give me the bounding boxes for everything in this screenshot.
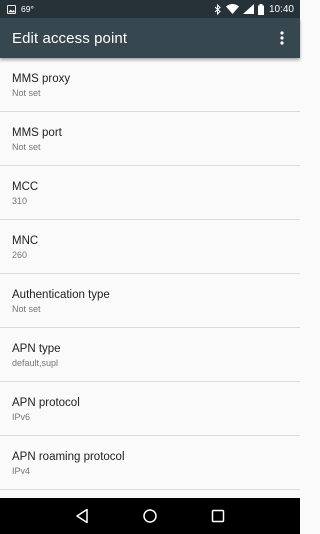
home-icon[interactable] [138, 504, 162, 528]
pref-title: APN roaming protocol [12, 451, 125, 463]
signal-icon [242, 4, 254, 14]
pref-summary: IPv4 [12, 466, 31, 476]
recents-icon[interactable] [206, 504, 230, 528]
clock-text: 10:40 [268, 3, 294, 15]
pref-mnc[interactable]: MNC 260 [0, 220, 300, 274]
navigation-bar [0, 498, 300, 534]
pref-apn-protocol[interactable]: APN protocol IPv6 [0, 382, 300, 436]
pref-summary: Not set [12, 304, 41, 314]
status-bar: 69° 10:40 [0, 0, 300, 18]
image-icon [7, 4, 16, 14]
wifi-icon [225, 4, 239, 14]
pref-title: MNC [12, 235, 39, 247]
battery-icon [257, 3, 264, 15]
more-vert-icon[interactable] [274, 26, 290, 50]
status-right: 10:40 [214, 3, 294, 15]
pref-summary: 260 [12, 250, 28, 260]
page-title: Edit access point [12, 29, 128, 47]
pref-title: Authentication type [12, 289, 110, 301]
pref-mcc[interactable]: MCC 310 [0, 166, 300, 220]
preference-list: MMS proxy Not set MMS port Not set MCC 3… [0, 58, 300, 498]
pref-title: APN protocol [12, 397, 80, 409]
pref-apn-roaming-protocol[interactable]: APN roaming protocol IPv4 [0, 436, 300, 490]
pref-apn-type[interactable]: APN type default,supl [0, 328, 300, 382]
status-left: 69° [7, 4, 34, 14]
pref-summary: Not set [12, 88, 41, 98]
pref-summary: default,supl [12, 358, 59, 368]
back-icon[interactable] [70, 504, 94, 528]
app-bar: Edit access point [0, 18, 300, 58]
pref-authentication-type[interactable]: Authentication type Not set [0, 274, 300, 328]
pref-summary: Not set [12, 142, 41, 152]
pref-summary: 310 [12, 196, 28, 206]
pref-mms-proxy[interactable]: MMS proxy Not set [0, 58, 300, 112]
pref-mms-port[interactable]: MMS port Not set [0, 112, 300, 166]
pref-title: MMS port [12, 127, 62, 139]
pref-title: MMS proxy [12, 73, 71, 85]
pref-title: APN type [12, 343, 61, 355]
bluetooth-icon [214, 3, 222, 15]
pref-summary: IPv6 [12, 412, 31, 422]
temperature-text: 69° [21, 4, 34, 14]
pref-title: MCC [12, 181, 39, 193]
